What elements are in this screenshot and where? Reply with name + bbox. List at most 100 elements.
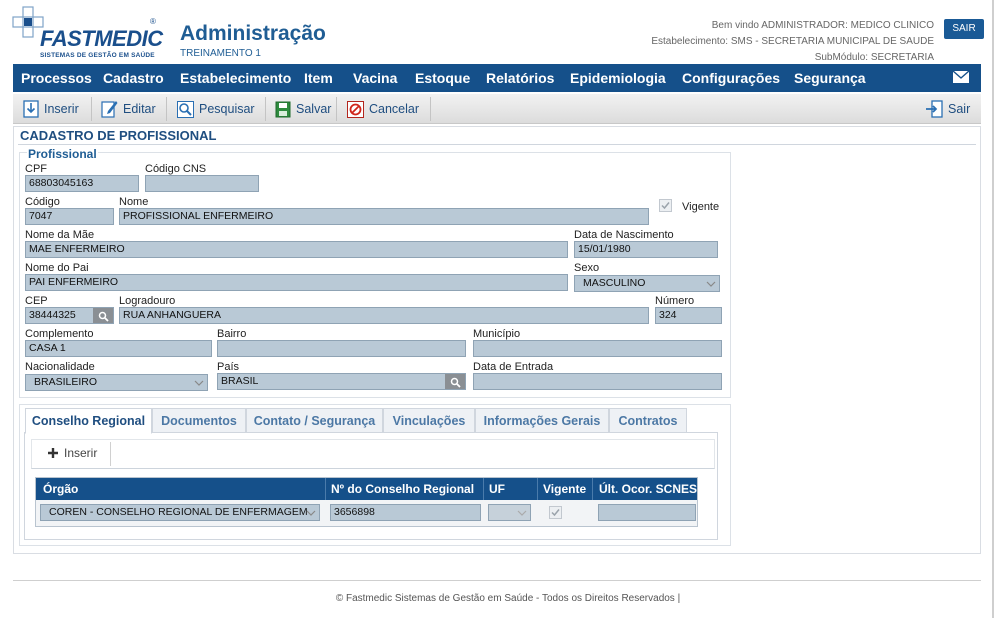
- cns-field[interactable]: [145, 175, 259, 192]
- cep-field[interactable]: 38444325: [25, 307, 114, 324]
- bairro-label: Bairro: [217, 328, 247, 340]
- grid-column-divider: [325, 478, 326, 500]
- sexo-value: MASCULINO: [583, 277, 646, 289]
- numero-field[interactable]: 324: [655, 307, 722, 324]
- tab-informacoes-gerais[interactable]: Informações Gerais: [475, 408, 609, 433]
- uf-select[interactable]: [488, 504, 531, 521]
- chevron-down-icon: [514, 505, 530, 520]
- tab-vinculacoes[interactable]: Vinculações: [383, 408, 475, 433]
- cancel-icon: [347, 100, 364, 118]
- complemento-field[interactable]: CASA 1: [25, 340, 212, 357]
- nome-field[interactable]: PROFISSIONAL ENFERMEIRO: [119, 208, 649, 225]
- orgao-select[interactable]: COREN - CONSELHO REGIONAL DE ENFERMAGEM: [40, 504, 320, 521]
- menu-vacina[interactable]: Vacina: [353, 64, 397, 92]
- edit-icon: [101, 101, 118, 118]
- tab-toolbar-divider: [110, 442, 111, 466]
- pais-field[interactable]: BRASIL: [217, 373, 466, 390]
- search-label: Pesquisar: [199, 102, 255, 116]
- vigente-label: Vigente: [682, 201, 720, 213]
- column-ultima-ocorrencia[interactable]: Últ. Ocor. SCNES: [599, 478, 697, 500]
- pais-search-icon[interactable]: [445, 374, 465, 389]
- footer-divider: [13, 580, 981, 581]
- logo-text: FASTMEDIC: [40, 26, 163, 51]
- numero-conselho-field[interactable]: 3656898: [330, 504, 481, 521]
- insert-conselho-label: Inserir: [64, 446, 98, 460]
- orgao-value: COREN - CONSELHO REGIONAL DE ENFERMAGEM: [49, 506, 308, 518]
- menu-estoque[interactable]: Estoque: [415, 64, 470, 92]
- nome-mae-label: Nome da Mãe: [25, 229, 95, 241]
- pais-label: País: [217, 361, 240, 373]
- data-entrada-label: Data de Entrada: [473, 361, 554, 373]
- nome-label: Nome: [119, 196, 149, 208]
- complemento-label: Complemento: [25, 328, 94, 340]
- page-title: Administração: [180, 22, 326, 45]
- exit-button[interactable]: Sair: [925, 97, 970, 121]
- logo-registered-mark: ®: [150, 17, 156, 26]
- nome-pai-field[interactable]: PAI ENFERMEIRO: [25, 274, 568, 291]
- cpf-label: CPF: [25, 163, 47, 175]
- cns-label: Código CNS: [145, 163, 207, 175]
- bairro-field[interactable]: [217, 340, 466, 357]
- plus-icon: [48, 448, 58, 458]
- insert-label: Inserir: [44, 102, 79, 116]
- tab-conselho-regional[interactable]: Conselho Regional: [25, 408, 152, 434]
- cep-search-icon[interactable]: [93, 308, 113, 323]
- menu-item[interactable]: Item: [304, 64, 333, 92]
- nome-pai-label: Nome do Pai: [25, 262, 89, 274]
- menu-relatorios[interactable]: Relatórios: [486, 64, 554, 92]
- menu-seguranca[interactable]: Segurança: [794, 64, 866, 92]
- ultima-ocorrencia-field[interactable]: [598, 504, 696, 521]
- municipio-field[interactable]: [473, 340, 722, 357]
- insert-conselho-button[interactable]: Inserir: [47, 446, 97, 460]
- tab-contratos[interactable]: Contratos: [609, 408, 687, 433]
- chevron-down-icon: [703, 276, 719, 291]
- menu-configuracoes[interactable]: Configurações: [682, 64, 780, 92]
- nome-mae-field[interactable]: MAE ENFERMEIRO: [25, 241, 568, 258]
- logout-button[interactable]: SAIR: [944, 19, 984, 39]
- tab-contato-seguranca[interactable]: Contato / Segurança: [246, 408, 383, 433]
- insert-button[interactable]: Inserir: [23, 97, 79, 121]
- tab-documentos[interactable]: Documentos: [152, 408, 246, 433]
- exit-label: Sair: [948, 102, 971, 116]
- save-label: Salvar: [296, 102, 332, 116]
- grid-column-divider: [537, 478, 538, 500]
- menu-processos[interactable]: Processos: [21, 64, 92, 92]
- sexo-select[interactable]: MASCULINO: [574, 275, 720, 292]
- toolbar-divider: [166, 97, 167, 121]
- search-button[interactable]: Pesquisar: [177, 97, 255, 121]
- exit-icon: [926, 100, 943, 118]
- logradouro-label: Logradouro: [119, 295, 176, 307]
- cancel-button[interactable]: Cancelar: [347, 97, 419, 121]
- menu-epidemiologia[interactable]: Epidemiologia: [570, 64, 666, 92]
- grid-vigente-checkbox[interactable]: [549, 506, 562, 519]
- fieldset-legend: Profissional: [27, 147, 98, 161]
- municipio-label: Município: [473, 328, 521, 340]
- search-icon: [177, 100, 194, 118]
- data-nascimento-field[interactable]: 15/01/1980: [574, 241, 718, 258]
- toolbar-divider: [265, 97, 266, 121]
- data-entrada-field[interactable]: [473, 373, 722, 390]
- vigente-checkbox[interactable]: [659, 199, 672, 212]
- menu-estabelecimento[interactable]: Estabelecimento: [180, 64, 291, 92]
- column-vigente[interactable]: Vigente: [543, 478, 586, 500]
- cep-label: CEP: [25, 295, 48, 307]
- save-button[interactable]: Salvar: [275, 97, 331, 121]
- column-numero-conselho[interactable]: Nº do Conselho Regional: [331, 478, 474, 500]
- establishment-text: Estabelecimento: SMS - SECRETARIA MUNICI…: [651, 36, 934, 47]
- grid-column-divider: [592, 478, 593, 500]
- column-uf[interactable]: UF: [489, 478, 505, 500]
- header: FASTMEDIC ® SISTEMAS DE GESTÃO EM SAÚDE …: [0, 0, 994, 64]
- mail-icon[interactable]: [953, 71, 969, 83]
- tab-toolbar: [31, 439, 715, 469]
- grid-column-divider: [483, 478, 484, 500]
- nacionalidade-select[interactable]: BRASILEIRO: [25, 374, 208, 391]
- menu-cadastro[interactable]: Cadastro: [103, 64, 164, 92]
- codigo-field[interactable]: 7047: [25, 208, 114, 225]
- logradouro-field[interactable]: RUA ANHANGUERA: [119, 307, 649, 324]
- chevron-down-icon: [191, 375, 207, 390]
- toolbar-divider: [430, 97, 431, 121]
- column-orgao[interactable]: Órgão: [43, 478, 78, 500]
- edit-button[interactable]: Editar: [101, 97, 156, 121]
- save-icon: [275, 101, 291, 117]
- cpf-field[interactable]: 68803045163: [25, 175, 139, 192]
